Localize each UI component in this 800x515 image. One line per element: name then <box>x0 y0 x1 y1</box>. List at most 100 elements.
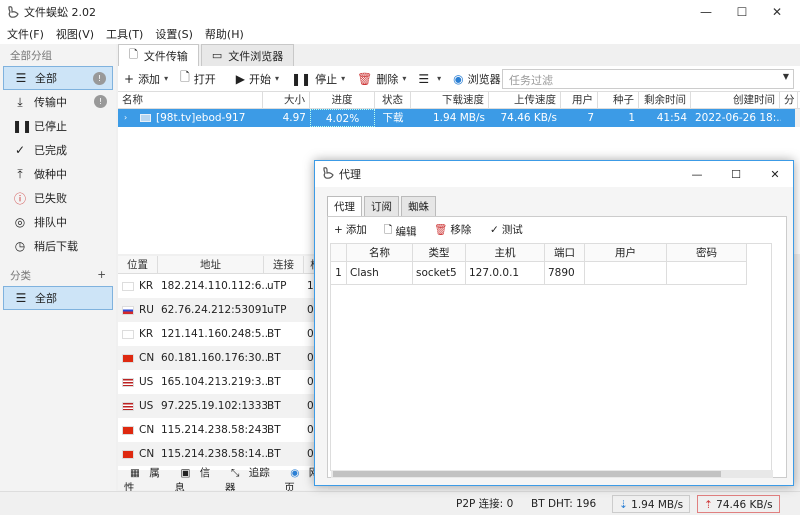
column-header-upload-speed[interactable]: 上传速度 <box>489 92 561 109</box>
peer-row[interactable]: KR 182.214.110.112:6... uTP 1 <box>118 274 328 298</box>
warning-badge: ! <box>94 95 107 108</box>
task-row[interactable]: › [98t.tv]ebod-917 4.97 GB 4.02% 下载中 1.9… <box>118 109 795 142</box>
column-header-remaining[interactable]: 剩余时间 <box>639 92 691 109</box>
task-upload-speed: 74.46 KB/s <box>500 112 558 124</box>
peer-address: 115.214.238.58:2437 <box>161 424 267 436</box>
column-header-type[interactable]: 类型 <box>413 244 466 262</box>
more-menu-button[interactable]: ☰ ▾ <box>412 67 447 91</box>
peer-address: 182.214.110.112:6... <box>161 280 267 292</box>
proxy-type[interactable]: socket5 <box>413 262 466 285</box>
menu-help[interactable]: 帮助(H) <box>198 26 249 42</box>
toolbar: + 添加 ▾ 🗋 打开 ▶ 开始 ▾ ❚❚ 停止 ▾ 🗑 删除 ▾ ☰ ▾ ◉ 浏览器 任务过滤 ▼ <box>118 66 800 92</box>
category-item-all[interactable]: ☰ 全部 <box>3 286 113 310</box>
tab-spider[interactable]: 蜘蛛 <box>401 196 436 216</box>
horizontal-scrollbar[interactable] <box>331 470 773 478</box>
proxy-port[interactable]: 7890 <box>545 262 585 285</box>
proxy-test-button[interactable]: ✓ 测试 <box>490 222 523 237</box>
peer-row[interactable]: CN 115.214.238.58:14... BT 0 <box>118 442 328 466</box>
sidebar-item-queued[interactable]: ◎ 排队中 <box>3 210 113 234</box>
column-header-download-speed[interactable]: 下载速度 <box>411 92 489 109</box>
menu-settings[interactable]: 设置(S) <box>148 26 198 42</box>
proxy-dialog: 代理 — ☐ ✕ 代理 订阅 蜘蛛 + 添加 🗋 编辑 🗑 移除 ✓ 测试 名称 类型 … <box>314 160 794 486</box>
sidebar-item-later[interactable]: ◷ 稍后下载 <box>3 234 113 258</box>
play-icon: ▶ <box>235 71 245 86</box>
peer-row[interactable]: CN 60.181.160.176:30... BT 0 <box>118 346 328 370</box>
peer-row[interactable]: RU 62.76.24.212:53091 uTP 0 <box>118 298 328 322</box>
start-button[interactable]: ▶ 开始 ▾ <box>230 67 285 91</box>
plus-icon: + <box>124 71 135 86</box>
tab-file-transfer[interactable]: 🗋 文件传输 <box>118 44 199 66</box>
pause-icon: ❚❚ <box>12 119 33 133</box>
connection-type: uTP <box>267 304 287 316</box>
open-button[interactable]: 🗋 打开 <box>174 67 222 91</box>
peer-address: 121.141.160.248:5... <box>161 328 267 340</box>
browser-button[interactable]: ◉ 浏览器 <box>447 67 506 91</box>
peer-row[interactable]: CN 115.214.238.58:2437 BT 0 <box>118 418 328 442</box>
download-icon: ⤓ <box>17 94 23 109</box>
tab-proxy[interactable]: 代理 <box>327 196 362 216</box>
chevron-down-icon[interactable]: ▼ <box>783 72 789 81</box>
column-header-users[interactable]: 用户 <box>561 92 598 109</box>
up-arrow-icon: ⇡ <box>704 499 717 511</box>
dialog-close-button[interactable]: ✕ <box>755 161 795 187</box>
dialog-maximize-button[interactable]: ☐ <box>716 161 756 187</box>
column-header-status[interactable]: 状态 <box>375 92 411 109</box>
sidebar-item-completed[interactable]: ✓ 已完成 <box>3 138 113 162</box>
column-header-created[interactable]: 创建时间 <box>691 92 780 109</box>
close-button[interactable]: ✕ <box>754 0 800 24</box>
menu-file[interactable]: 文件(F) <box>0 26 49 42</box>
task-created: 2022-06-26 18:... <box>695 112 781 124</box>
bt-dht: BT DHT: 196 <box>531 498 597 510</box>
task-name: [98t.tv]ebod-917 <box>156 112 246 124</box>
peer-row[interactable]: US 165.104.213.219:3... BT 0 <box>118 370 328 394</box>
sidebar-item-stopped[interactable]: ❚❚ 已停止 <box>3 114 113 138</box>
column-header-name[interactable]: 名称 <box>347 244 413 262</box>
column-header-port[interactable]: 端口 <box>545 244 585 262</box>
column-header-progress[interactable]: 进度 <box>310 92 375 109</box>
upload-speed-indicator[interactable]: ⇡ 74.46 KB/s <box>697 495 780 513</box>
column-header-seeds[interactable]: 种子 <box>598 92 639 109</box>
add-category-button[interactable]: + <box>97 269 106 281</box>
sidebar-item-seeding[interactable]: ⤒ 做种中 <box>3 162 113 186</box>
column-header-connection[interactable]: 连接 <box>264 256 304 274</box>
proxy-remove-button[interactable]: 🗑 移除 <box>434 222 471 237</box>
download-speed-indicator[interactable]: ⇣ 1.94 MB/s <box>612 495 691 513</box>
proxy-edit-button[interactable]: 🗋 编辑 <box>384 222 416 240</box>
stop-button[interactable]: ❚❚ 停止 ▾ <box>285 67 351 91</box>
column-header-extra[interactable]: 分 <box>780 92 798 109</box>
add-button[interactable]: + 添加 ▾ <box>118 67 174 91</box>
peer-row[interactable]: US 97.225.19.102:13330 BT 0 <box>118 394 328 418</box>
tab-subscription[interactable]: 订阅 <box>364 196 399 216</box>
column-header-location[interactable]: 位置 <box>118 256 158 274</box>
proxy-row-index: 1 <box>331 262 347 285</box>
country-flag-icon <box>122 401 134 411</box>
proxy-add-button[interactable]: + 添加 <box>334 222 367 237</box>
expand-arrow-icon[interactable]: › <box>120 109 134 127</box>
peer-row[interactable]: KR 121.141.160.248:5... BT 0 <box>118 322 328 346</box>
task-filter-input[interactable]: 任务过滤 ▼ <box>502 69 794 89</box>
proxy-user[interactable] <box>585 262 667 285</box>
dialog-minimize-button[interactable]: — <box>677 161 717 187</box>
proxy-password[interactable] <box>667 262 747 285</box>
edit-icon: 🗋 <box>384 224 393 236</box>
browser-window-icon: ▭ <box>211 49 223 62</box>
column-header-user[interactable]: 用户 <box>585 244 667 262</box>
goose-logo-icon <box>323 167 334 179</box>
column-header-name[interactable]: 名称 <box>118 92 263 109</box>
proxy-name[interactable]: Clash <box>347 262 413 285</box>
menu-view[interactable]: 视图(V) <box>49 26 99 42</box>
delete-button[interactable]: 🗑 删除 ▾ <box>351 67 412 91</box>
country-code: US <box>139 376 154 388</box>
column-header-address[interactable]: 地址 <box>158 256 264 274</box>
sidebar-item-all[interactable]: ☰ 全部 ! <box>3 66 113 90</box>
tab-file-browser[interactable]: ▭ 文件浏览器 <box>200 44 295 66</box>
scrollbar-thumb[interactable] <box>333 471 721 477</box>
menu-tools[interactable]: 工具(T) <box>99 26 148 42</box>
connection-type: BT <box>267 328 281 340</box>
column-header-host[interactable]: 主机 <box>466 244 545 262</box>
column-header-password[interactable]: 密码 <box>667 244 747 262</box>
proxy-host[interactable]: 127.0.0.1 <box>466 262 545 285</box>
column-header-size[interactable]: 大小 <box>263 92 310 109</box>
sidebar-item-transferring[interactable]: ⤓ 传输中 ! <box>3 90 113 114</box>
sidebar-item-failed[interactable]: ⓘ 已失败 <box>3 186 113 210</box>
